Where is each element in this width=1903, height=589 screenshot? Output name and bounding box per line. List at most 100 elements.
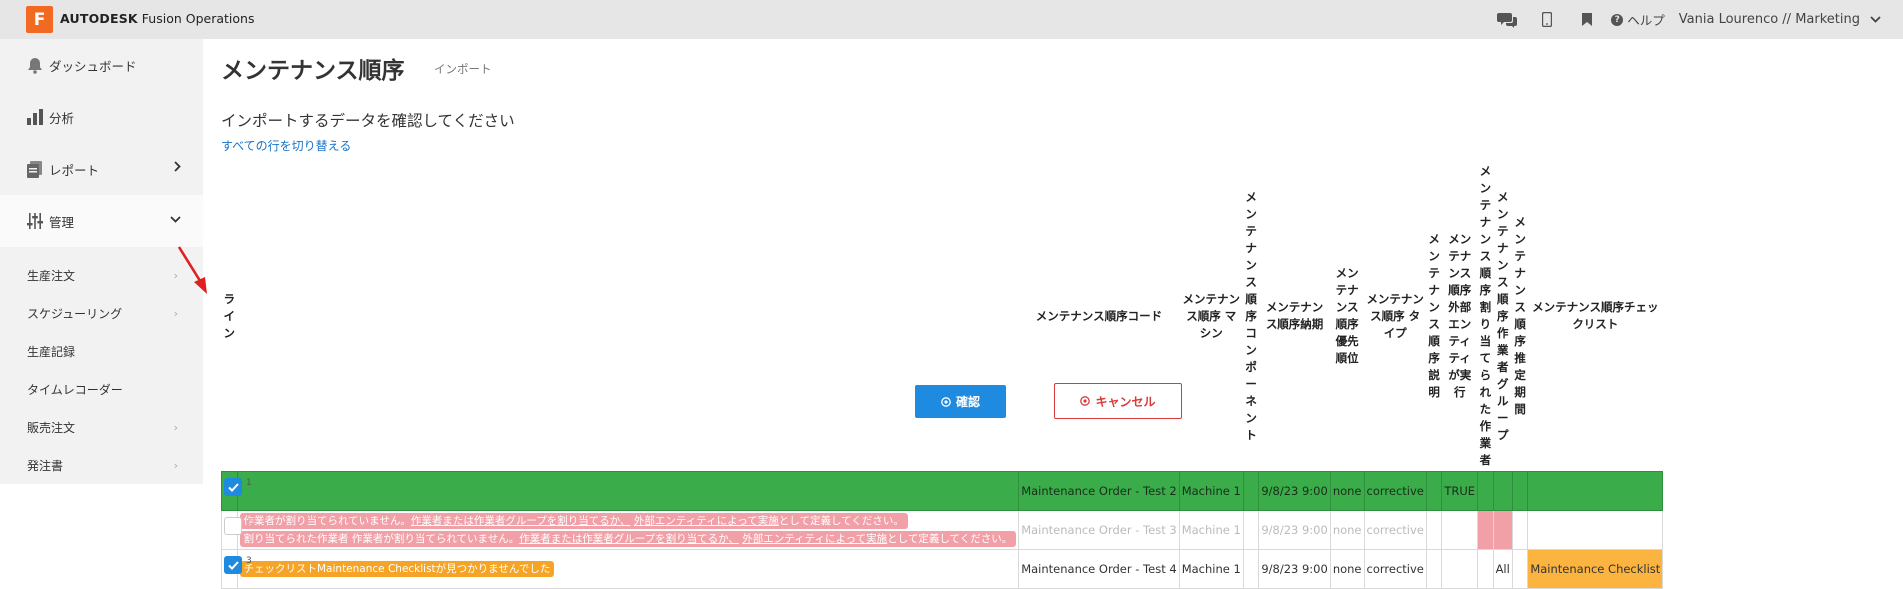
code-cell: Maintenance Order - Test 4 <box>1018 549 1180 589</box>
table-row: 1 Maintenance Order - Test 2 Machine 1 9… <box>221 471 1664 511</box>
col-header-description: メンテナンス順序説明 <box>1428 232 1440 399</box>
sidebar-sub-sales-orders[interactable]: 販売注文 › <box>0 408 203 446</box>
col-header-external: メンテナンス順序 外部エンティティが実行 <box>1448 232 1472 399</box>
col-header-component: メンテナンス順序 コンポーネント <box>1245 189 1257 442</box>
col-header-machine: メンテナンス順序 マシン <box>1182 291 1241 340</box>
priority-cell: none <box>1329 471 1365 511</box>
external-entity-link[interactable]: 外部エンティティによって実施 <box>742 533 887 545</box>
page-title: メンテナンス順序 <box>221 58 405 84</box>
top-bar: F AUTODESK Fusion Operations ? ヘルプ Vania… <box>0 0 1903 39</box>
est-period-cell <box>1511 510 1529 550</box>
line-cell: 3 <box>221 549 252 589</box>
report-icon <box>27 160 45 178</box>
line-number: 3 <box>246 556 252 566</box>
fusion-logo-icon[interactable]: F <box>26 6 53 33</box>
page-subtitle: インポート <box>434 62 492 76</box>
chevron-right-icon: › <box>173 458 178 472</box>
type-cell: corrective <box>1363 549 1427 589</box>
cancel-label: キャンセル <box>1095 394 1156 409</box>
assignee-cell <box>1477 510 1494 550</box>
external-cell <box>1441 510 1479 550</box>
sidebar-sub-label: タイムレコーダー <box>27 382 123 397</box>
external-entity-link[interactable]: 外部エンティティによって実施 <box>634 515 779 527</box>
sidebar-sub-production-records[interactable]: 生産記録 <box>0 332 203 370</box>
bookmark-icon[interactable] <box>1567 0 1607 39</box>
col-header-priority: メンテナンス順序優先順位 <box>1335 266 1359 365</box>
group-cell <box>1492 510 1513 550</box>
sidebar-sub-scheduling[interactable]: スケジューリング › <box>0 294 203 332</box>
component-cell <box>1242 549 1260 589</box>
sidebar-item-admin[interactable]: 管理 <box>0 195 203 247</box>
type-cell: corrective <box>1363 510 1427 550</box>
component-cell <box>1242 510 1260 550</box>
due-cell: 9/8/23 9:00 <box>1258 510 1331 550</box>
red-arrow-annotation <box>177 246 207 294</box>
col-header-assignee: メンテナンス順序割り当てられた作業者 <box>1479 164 1492 467</box>
confirm-instructions: インポートするデータを確認してください <box>221 112 515 130</box>
chevron-down-icon <box>1870 16 1881 23</box>
cancel-button[interactable]: キャンセル <box>1054 383 1182 419</box>
sidebar-item-label: 分析 <box>49 110 75 126</box>
help-button[interactable]: ? ヘルプ <box>1611 10 1665 29</box>
row-checkbox[interactable] <box>224 517 242 535</box>
sidebar-sub-label: スケジューリング <box>27 306 123 321</box>
sidebar-item-label: 管理 <box>49 214 75 230</box>
error-tag: 作業者が割り当てられていません。作業者または作業者グループを割り当てるか、 外部… <box>239 513 908 529</box>
component-cell <box>1242 471 1260 511</box>
app-brand[interactable]: AUTODESK Fusion Operations <box>60 11 254 26</box>
est-period-cell <box>1511 471 1529 511</box>
message-cell: チェックリストMaintenance Checklistが見つかりませんでした <box>236 549 1020 589</box>
row-checkbox[interactable] <box>224 478 242 496</box>
bell-icon <box>27 56 45 74</box>
sidebar-item-reports[interactable]: レポート <box>0 143 203 195</box>
due-cell: 9/8/23 9:00 <box>1258 549 1331 589</box>
chat-icon[interactable] <box>1487 0 1527 39</box>
warning-tag: チェックリストMaintenance Checklistが見つかりませんでした <box>239 561 555 577</box>
message-cell: 作業者が割り当てられていません。作業者または作業者グループを割り当てるか、 外部… <box>236 510 1020 550</box>
sidebar-sub-label: 発注書 <box>27 458 64 473</box>
cancel-circle-icon <box>1080 396 1091 406</box>
sidebar-sub-production-orders[interactable]: 生産注文 › <box>0 256 203 294</box>
chevron-right-icon: › <box>173 306 178 320</box>
col-header-line: ライン <box>223 291 236 340</box>
assign-link[interactable]: 作業者または作業者グループを割り当てるか、 <box>411 515 631 527</box>
group-cell <box>1492 471 1513 511</box>
sidebar-sub-time-recorder[interactable]: タイムレコーダー <box>0 370 203 408</box>
bar-chart-icon <box>27 108 45 126</box>
row-checkbox[interactable] <box>224 556 242 574</box>
est-period-cell <box>1511 549 1529 589</box>
external-cell <box>1441 549 1479 589</box>
toggle-all-rows-link[interactable]: すべての行を切り替える <box>221 137 351 154</box>
group-cell: All <box>1492 549 1513 589</box>
mobile-icon[interactable] <box>1527 0 1567 39</box>
sidebar-item-analytics[interactable]: 分析 <box>0 91 203 143</box>
table-header-row: ライン メンテナンス順序コード メンテナンス順序 マシン メンテナンス順序 コン… <box>222 161 1663 472</box>
message-cell <box>236 471 1020 511</box>
machine-cell: Machine 1 <box>1178 510 1244 550</box>
sidebar-sub-label: 生産注文 <box>27 268 76 283</box>
col-header-due: メンテナンス順序納期 <box>1265 300 1324 331</box>
col-header-code: メンテナンス順序コード <box>1035 308 1163 323</box>
assign-link[interactable]: 作業者または作業者グループを割り当てるか、 <box>519 533 739 545</box>
error-tag: 割り当てられた作業者 作業者が割り当てられていません。作業者または作業者グループ… <box>239 531 1017 547</box>
user-menu[interactable]: Vania Lourenco // Marketing <box>1679 12 1881 27</box>
sidebar-sub-purchase-orders[interactable]: 発注書 › <box>0 446 203 484</box>
checklist-cell <box>1527 510 1664 550</box>
line-number: 2 <box>246 517 252 527</box>
table-row: 3 チェックリストMaintenance Checklistが見つかりませんでし… <box>221 549 1664 589</box>
description-cell <box>1425 510 1443 550</box>
col-header-group: メンテナンス順序 作業者グループ <box>1496 189 1509 442</box>
chevron-right-icon: › <box>173 420 178 434</box>
type-cell: corrective <box>1363 471 1427 511</box>
chevron-down-icon <box>170 216 181 223</box>
col-header-est-period: メンテナンス順序 推定期間 <box>1514 215 1526 416</box>
user-label: Vania Lourenco // Marketing <box>1678 12 1860 27</box>
help-label: ヘルプ <box>1627 13 1665 28</box>
sidebar-item-label: レポート <box>49 162 100 178</box>
sidebar-item-dashboard[interactable]: ダッシュボード <box>0 39 203 91</box>
sidebar: ダッシュボード 分析 レポート 管理 生産注文 › スケジューリング › 生産記… <box>0 39 203 484</box>
confirm-button[interactable]: 確認 <box>915 385 1006 418</box>
description-cell <box>1425 471 1443 511</box>
code-cell: Maintenance Order - Test 3 <box>1018 510 1180 550</box>
sidebar-sub-label: 販売注文 <box>27 420 76 435</box>
